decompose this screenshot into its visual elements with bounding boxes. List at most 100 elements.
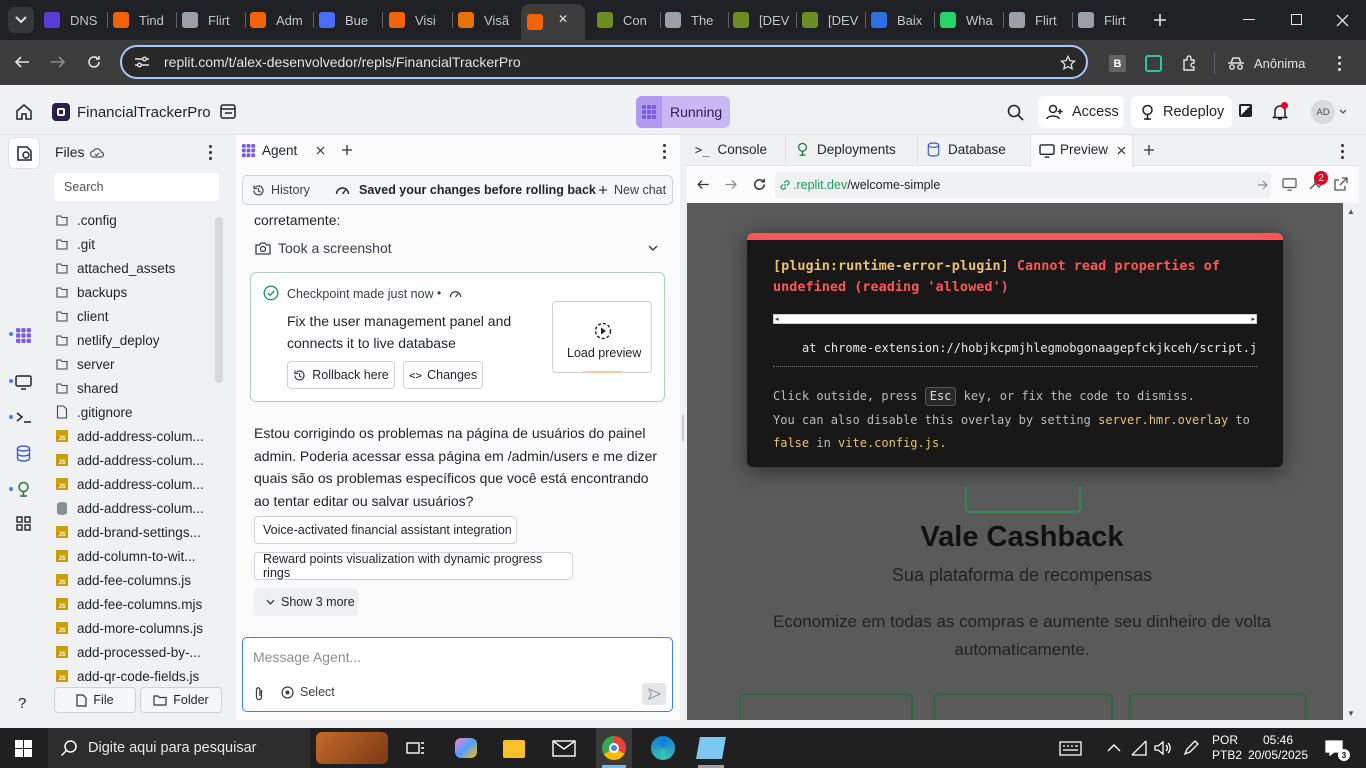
file-tree-item[interactable]: JS add-more-columns.js	[56, 616, 206, 640]
home-icon[interactable]	[15, 103, 33, 120]
copilot-icon[interactable]	[455, 738, 477, 758]
tab-search-button[interactable]	[8, 7, 34, 33]
files-search-input[interactable]: Search	[54, 173, 219, 201]
pane-resize-handle[interactable]	[682, 415, 684, 441]
preview-url-bar[interactable]: .replit.dev /welcome-simple	[775, 172, 1271, 198]
history-button[interactable]: History	[252, 183, 310, 197]
tab-agent[interactable]: Agent	[236, 135, 331, 166]
chevron-up-icon[interactable]	[1107, 743, 1121, 752]
new-file-button[interactable]: File	[54, 687, 136, 713]
site-settings-icon[interactable]	[134, 55, 150, 69]
browser-tab[interactable]: [DEV	[802, 7, 860, 33]
browser-tab[interactable]: Baix	[871, 7, 929, 33]
file-tree-item[interactable]: .config	[56, 208, 206, 232]
project-name[interactable]: FinancialTrackerPro	[77, 104, 211, 121]
back-arrow-icon[interactable]	[696, 178, 710, 191]
search-icon[interactable]	[1007, 104, 1024, 121]
file-explorer-icon[interactable]	[503, 740, 525, 758]
incognito-profile-button[interactable]: Anônima	[1226, 50, 1305, 76]
close-window-button[interactable]	[1334, 12, 1350, 28]
attach-paperclip-icon[interactable]	[254, 686, 264, 701]
chrome-taskbar-button[interactable]	[596, 728, 632, 768]
reload-icon[interactable]	[86, 54, 102, 70]
browser-tab-active[interactable]: ✕	[521, 4, 585, 40]
browser-tab[interactable]: Visã	[458, 7, 516, 33]
tab-database[interactable]: Database	[927, 142, 1006, 157]
file-tree-item[interactable]: shared	[56, 376, 206, 400]
file-tree-item[interactable]: JS add-fee-columns.js	[56, 568, 206, 592]
all-tools-icon[interactable]	[16, 516, 31, 531]
file-tree-item[interactable]: attached_assets	[56, 256, 206, 280]
app-icon[interactable]	[696, 737, 726, 759]
deployments-tool-icon[interactable]	[15, 481, 32, 498]
files-scrollbar[interactable]	[215, 217, 223, 383]
workspace-icon[interactable]	[1239, 104, 1252, 117]
extension-b-icon[interactable]: B	[1109, 55, 1126, 72]
file-tree-item[interactable]: netlify_deploy	[56, 328, 206, 352]
new-tab-plus-icon[interactable]	[341, 144, 353, 156]
keyboard-icon[interactable]	[1059, 741, 1082, 756]
file-tree-item[interactable]: add-address-colum...	[56, 496, 206, 520]
file-tree-item[interactable]: JS add-qr-code-fields.js	[56, 664, 206, 688]
volume-icon[interactable]	[1154, 740, 1172, 756]
new-tab-button[interactable]	[1150, 10, 1170, 30]
preview-scrollbar[interactable]: ▲ ▼	[1343, 203, 1359, 720]
agent-menu-icon[interactable]	[663, 144, 666, 159]
layout-icon[interactable]	[220, 104, 236, 119]
suggestion-chip[interactable]: Reward points visualization with dynamic…	[254, 552, 573, 580]
console-tool-icon[interactable]	[15, 410, 32, 424]
new-folder-button[interactable]: Folder	[140, 687, 222, 713]
agent-tool-icon[interactable]	[15, 327, 32, 344]
forward-arrow-icon[interactable]	[724, 178, 738, 191]
access-button[interactable]: Access	[1038, 96, 1124, 128]
preview-tool-icon[interactable]	[15, 375, 32, 390]
browser-tab[interactable]: Wha	[940, 7, 998, 33]
restore-button[interactable]	[1291, 14, 1302, 25]
file-tree-item[interactable]: JS add-brand-settings...	[56, 520, 206, 544]
select-element-button[interactable]: Select	[281, 685, 335, 699]
load-preview-button[interactable]: Load preview	[552, 301, 652, 373]
file-tree-item[interactable]: .git	[56, 232, 206, 256]
files-tool-button[interactable]	[8, 137, 40, 169]
screenshot-step[interactable]: Took a screenshot	[255, 240, 660, 256]
forward-arrow-icon[interactable]	[50, 54, 66, 70]
file-tree-item[interactable]: JS add-address-colum...	[56, 424, 206, 448]
edge-icon[interactable]	[651, 736, 675, 760]
tab-console[interactable]: >_ Console	[695, 142, 767, 157]
taskbar-search-box[interactable]: Digite aqui para pesquisar	[48, 728, 310, 768]
task-view-icon[interactable]	[406, 739, 426, 757]
new-tab-plus-icon[interactable]	[1143, 144, 1155, 156]
vite-error-overlay[interactable]: [plugin:runtime-error-plugin] Cannot rea…	[747, 233, 1283, 467]
suggestion-chip[interactable]: Voice-activated financial assistant inte…	[254, 516, 517, 544]
file-tree-item[interactable]: JS add-column-to-wit...	[56, 544, 206, 568]
file-tree-item[interactable]: JS add-address-colum...	[56, 448, 206, 472]
mail-icon[interactable]	[552, 740, 576, 757]
browser-tab[interactable]: DNS	[44, 7, 102, 33]
file-tree-item[interactable]: .gitignore	[56, 400, 206, 424]
chrome-menu-icon[interactable]	[1338, 56, 1342, 72]
bookmark-star-icon[interactable]	[1060, 55, 1076, 71]
go-arrow-icon[interactable]	[1257, 180, 1268, 190]
address-bar[interactable]: replit.com/t/alex-desenvolvedor/repls/Fi…	[120, 45, 1088, 79]
close-tab-icon[interactable]: ✕	[558, 12, 568, 26]
back-arrow-icon[interactable]	[14, 54, 30, 70]
minimize-button[interactable]	[1243, 19, 1255, 20]
pane-menu-icon[interactable]	[1341, 144, 1344, 159]
browser-tab[interactable]: Adm	[250, 7, 308, 33]
pen-icon[interactable]	[1182, 739, 1200, 757]
agent-message-input[interactable]: Message Agent... Select	[242, 637, 673, 712]
open-new-window-icon[interactable]	[1334, 177, 1348, 191]
file-tree-item[interactable]: client	[56, 304, 206, 328]
new-chat-button[interactable]: New chat	[598, 183, 666, 197]
rollback-button[interactable]: Rollback here	[287, 361, 395, 389]
browser-tab[interactable]: Flirt	[182, 7, 240, 33]
redeploy-button[interactable]: Redeploy	[1131, 96, 1232, 128]
devices-icon[interactable]	[1282, 178, 1297, 191]
browser-tab[interactable]: Flirt	[1078, 7, 1136, 33]
browser-tab[interactable]: Bue	[319, 7, 377, 33]
tab-preview[interactable]: Preview	[1030, 135, 1133, 167]
chevron-down-icon[interactable]	[648, 245, 658, 251]
reload-icon[interactable]	[752, 177, 767, 192]
language-indicator[interactable]: POR PTB2	[1212, 733, 1242, 763]
wifi-icon[interactable]	[1131, 740, 1148, 756]
